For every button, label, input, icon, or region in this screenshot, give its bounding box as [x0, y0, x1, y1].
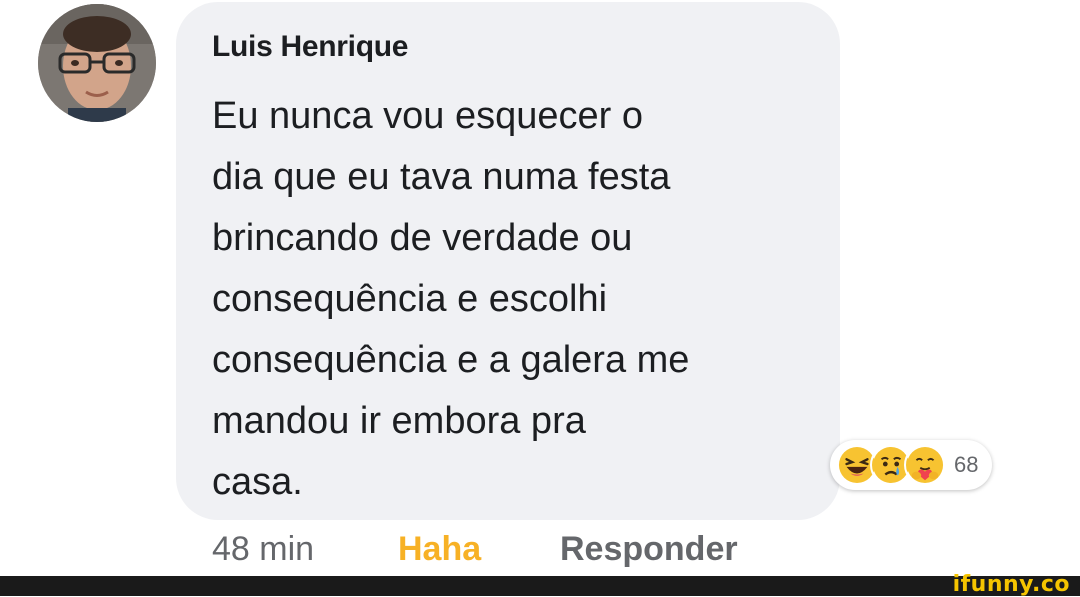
comment-body: Eu nunca vou esquecer o dia que eu tava …: [212, 86, 822, 513]
avatar-photo: [38, 4, 156, 122]
comment-line: casa.: [212, 461, 303, 503]
ifunny-watermark: ifunny.co: [952, 572, 1070, 597]
comment-line: consequência e escolhi: [212, 278, 608, 320]
author-avatar[interactable]: [38, 4, 156, 122]
care-emoji-icon: [904, 444, 946, 486]
comment-timestamp[interactable]: 48 min: [212, 530, 314, 569]
comment-line: mandou ir embora pra: [212, 400, 586, 442]
haha-reaction-button[interactable]: Haha: [398, 530, 481, 569]
comment-line: dia que eu tava numa festa: [212, 156, 671, 198]
reactions-summary[interactable]: 68: [830, 440, 993, 490]
reply-button[interactable]: Responder: [560, 530, 738, 569]
comment-line: consequência e a galera me: [212, 339, 690, 381]
watermark-bar: [0, 576, 1080, 596]
comment-author-name[interactable]: Luis Henrique: [212, 30, 408, 64]
comment-line: brincando de verdade ou: [212, 217, 633, 259]
comment-line: Eu nunca vou esquecer o: [212, 95, 643, 137]
reaction-count: 68: [954, 452, 979, 477]
